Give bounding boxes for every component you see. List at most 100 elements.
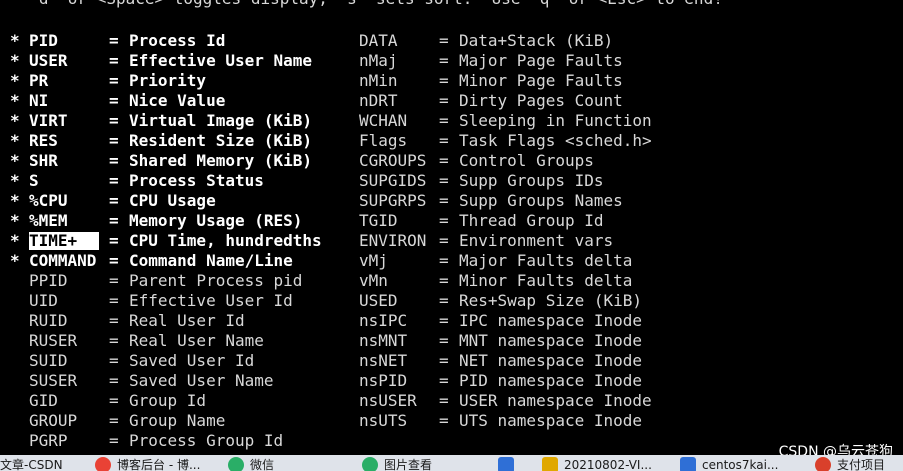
field-description: Environment vars bbox=[459, 231, 614, 250]
taskbar-button[interactable]: 20210802-VI... bbox=[542, 457, 674, 471]
field-name: Flags bbox=[359, 131, 408, 150]
field-name: DATA bbox=[359, 31, 398, 50]
field-name: TIME+ bbox=[29, 232, 99, 250]
equals-sign: = bbox=[109, 271, 119, 290]
display-marker: * bbox=[10, 251, 20, 270]
display-marker: * bbox=[10, 151, 20, 170]
display-marker: * bbox=[10, 231, 20, 250]
field-description: Control Groups bbox=[459, 151, 594, 170]
field-name: S bbox=[29, 171, 39, 190]
equals-sign: = bbox=[439, 111, 449, 130]
taskbar-label: 微信 bbox=[250, 458, 275, 471]
equals-sign: = bbox=[109, 211, 119, 230]
field-description: NET namespace Inode bbox=[459, 351, 643, 370]
field-description: UTS namespace Inode bbox=[459, 411, 643, 430]
mail-icon bbox=[498, 457, 514, 471]
equals-sign: = bbox=[109, 131, 119, 150]
field-name: nMaj bbox=[359, 51, 398, 70]
field-name: PPID bbox=[29, 271, 68, 290]
field-name: VIRT bbox=[29, 111, 68, 130]
field-description: Virtual Image (KiB) bbox=[129, 111, 313, 130]
equals-sign: = bbox=[439, 31, 449, 50]
field-name: nMin bbox=[359, 71, 398, 90]
field-description: MNT namespace Inode bbox=[459, 331, 643, 350]
display-marker: * bbox=[10, 131, 20, 150]
field-description: Data+Stack (KiB) bbox=[459, 31, 614, 50]
equals-sign: = bbox=[439, 251, 449, 270]
field-description: Saved User Id bbox=[129, 351, 255, 370]
equals-sign: = bbox=[109, 431, 119, 450]
field-name: NI bbox=[29, 91, 49, 110]
terminal-window[interactable]: 'd' or <Space> toggles display, 's' sets… bbox=[0, 0, 903, 455]
field-description: Dirty Pages Count bbox=[459, 91, 623, 110]
equals-sign: = bbox=[439, 351, 449, 370]
equals-sign: = bbox=[109, 191, 119, 210]
equals-sign: = bbox=[109, 371, 119, 390]
taskbar-button[interactable]: 图片查看 bbox=[362, 457, 492, 471]
field-description: Command Name/Line bbox=[129, 251, 293, 270]
equals-sign: = bbox=[439, 191, 449, 210]
display-marker: * bbox=[10, 211, 20, 230]
field-name: GROUP bbox=[29, 411, 78, 430]
field-name: CGROUPS bbox=[359, 151, 427, 170]
field-description: Supp Groups IDs bbox=[459, 171, 604, 190]
field-description: Memory Usage (RES) bbox=[129, 211, 303, 230]
field-description: Real User Id bbox=[129, 311, 245, 330]
taskbar-button[interactable]: 支付项目 bbox=[815, 457, 903, 471]
field-description: Task Flags <sched.h> bbox=[459, 131, 652, 150]
taskbar: 文章-CSDN 博客后台 - 博... 微信 图片查看 20210802-VI... ce… bbox=[0, 455, 903, 471]
taskbar-button[interactable]: 博客后台 - 博... bbox=[95, 457, 223, 471]
equals-sign: = bbox=[109, 391, 119, 410]
field-description: Saved User Name bbox=[129, 371, 274, 390]
field-name: TGID bbox=[359, 211, 398, 230]
equals-sign: = bbox=[439, 171, 449, 190]
display-marker: * bbox=[10, 31, 20, 50]
field-description: Res+Swap Size (KiB) bbox=[459, 291, 643, 310]
field-description: Group Id bbox=[129, 391, 207, 410]
app-icon bbox=[815, 457, 831, 471]
equals-sign: = bbox=[439, 391, 449, 410]
display-marker: * bbox=[10, 191, 20, 210]
field-name: GID bbox=[29, 391, 58, 410]
equals-sign: = bbox=[109, 231, 119, 250]
equals-sign: = bbox=[109, 311, 119, 330]
field-description: CPU Usage bbox=[129, 191, 216, 210]
field-description: Major Page Faults bbox=[459, 51, 623, 70]
equals-sign: = bbox=[439, 311, 449, 330]
field-description: Group Name bbox=[129, 411, 226, 430]
taskbar-button[interactable]: centos7kai... bbox=[680, 457, 810, 471]
equals-sign: = bbox=[439, 51, 449, 70]
field-name: UID bbox=[29, 291, 58, 310]
taskbar-button[interactable]: 文章-CSDN bbox=[0, 457, 90, 471]
field-name: PR bbox=[29, 71, 49, 90]
equals-sign: = bbox=[109, 151, 119, 170]
field-description: Process Id bbox=[129, 31, 226, 50]
field-name: %MEM bbox=[29, 211, 68, 230]
field-name: USED bbox=[359, 291, 398, 310]
field-name: nsUSER bbox=[359, 391, 417, 410]
field-name: PID bbox=[29, 31, 58, 50]
field-name: %CPU bbox=[29, 191, 68, 210]
taskbar-button[interactable]: 微信 bbox=[228, 457, 356, 471]
equals-sign: = bbox=[109, 291, 119, 310]
taskbar-label: 文章-CSDN bbox=[0, 458, 63, 471]
display-marker: * bbox=[10, 91, 20, 110]
field-name: nsNET bbox=[359, 351, 408, 370]
help-line: 'd' or <Space> toggles display, 's' sets… bbox=[10, 0, 723, 9]
field-name: SUSER bbox=[29, 371, 78, 390]
field-description: Shared Memory (KiB) bbox=[129, 151, 313, 170]
taskbar-button[interactable] bbox=[498, 457, 538, 471]
equals-sign: = bbox=[109, 111, 119, 130]
field-name: nsMNT bbox=[359, 331, 408, 350]
field-name: nsIPC bbox=[359, 311, 408, 330]
display-marker: * bbox=[10, 171, 20, 190]
field-name: vMj bbox=[359, 251, 388, 270]
equals-sign: = bbox=[439, 211, 449, 230]
equals-sign: = bbox=[109, 71, 119, 90]
taskbar-label: 支付项目 bbox=[837, 458, 886, 471]
field-description: PID namespace Inode bbox=[459, 371, 643, 390]
field-description: Resident Size (KiB) bbox=[129, 131, 313, 150]
field-name: ENVIRON bbox=[359, 231, 427, 250]
display-marker: * bbox=[10, 111, 20, 130]
equals-sign: = bbox=[109, 31, 119, 50]
